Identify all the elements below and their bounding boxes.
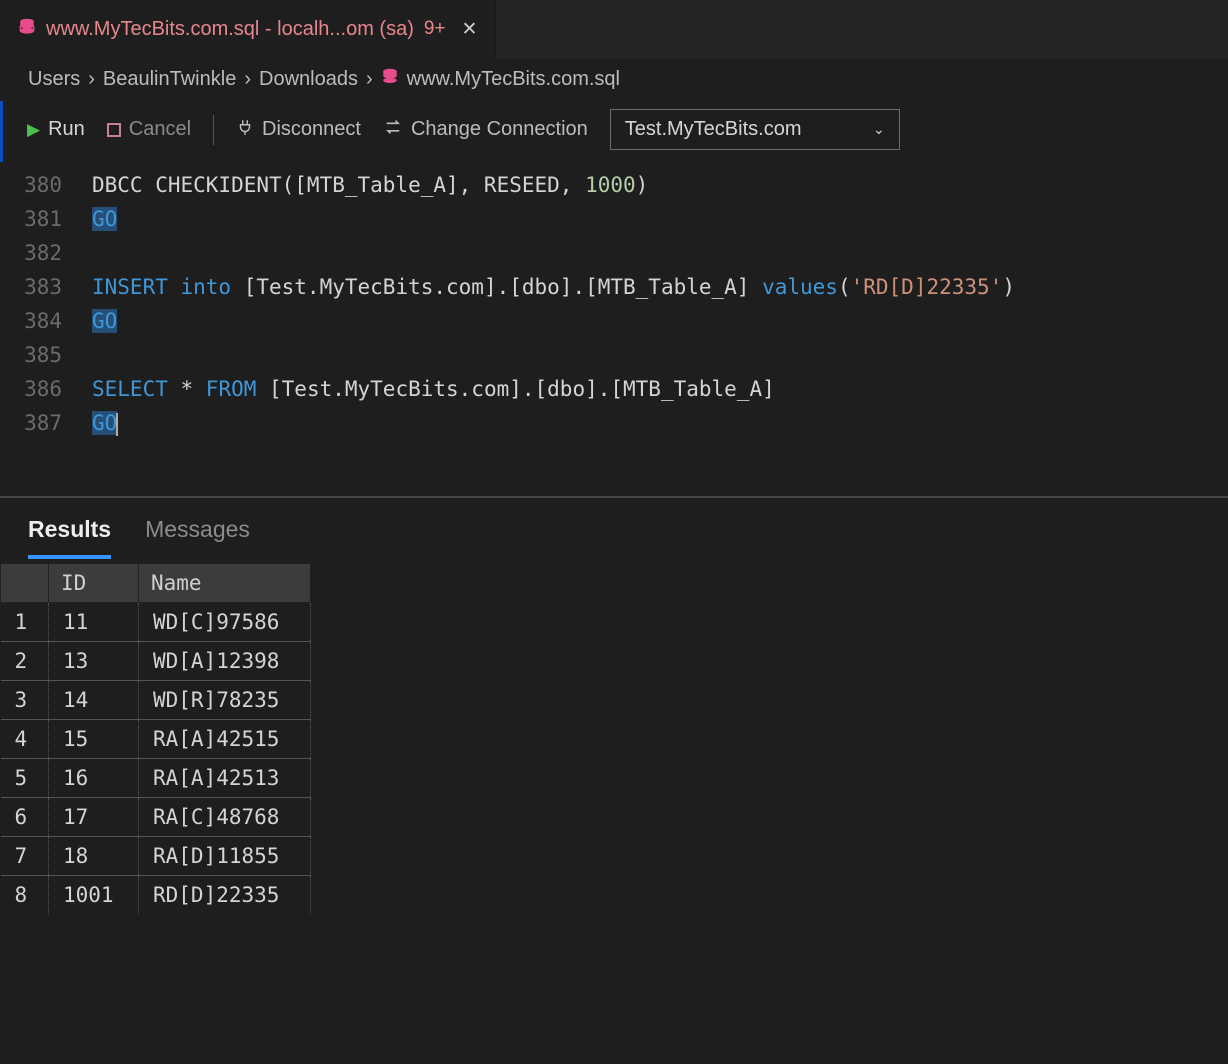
cell-name[interactable]: WD[A]12398 bbox=[139, 642, 311, 681]
editor-tab[interactable]: www.MyTecBits.com.sql - localh...om (sa)… bbox=[0, 0, 496, 58]
chevron-down-icon: ⌄ bbox=[873, 121, 885, 138]
table-row[interactable]: 718RA[D]11855 bbox=[1, 837, 311, 876]
cell-name[interactable]: WD[C]97586 bbox=[139, 603, 311, 642]
cell-id[interactable]: 11 bbox=[49, 603, 139, 642]
run-button[interactable]: ▶ Run bbox=[27, 118, 85, 141]
breadcrumb: Users › BeaulinTwinkle › Downloads › www… bbox=[0, 58, 1228, 101]
tab-badge: 9+ bbox=[424, 18, 446, 40]
database-select-value: Test.MyTecBits.com bbox=[625, 118, 802, 141]
grid-corner[interactable] bbox=[1, 564, 49, 603]
stop-icon bbox=[107, 123, 121, 137]
row-number[interactable]: 5 bbox=[1, 759, 49, 798]
cell-name[interactable]: RA[D]11855 bbox=[139, 837, 311, 876]
code-line[interactable]: SELECT * FROM [Test.MyTecBits.com].[dbo]… bbox=[92, 372, 775, 406]
tab-title: www.MyTecBits.com.sql - localh...om (sa) bbox=[46, 18, 414, 41]
code-line[interactable]: GO bbox=[92, 406, 118, 440]
line-number: 387 bbox=[0, 406, 92, 440]
column-header-name[interactable]: Name bbox=[139, 564, 311, 603]
chevron-right-icon: › bbox=[366, 68, 373, 91]
change-connection-button[interactable]: Change Connection bbox=[383, 117, 588, 143]
table-row[interactable]: 617RA[C]48768 bbox=[1, 798, 311, 837]
table-row[interactable]: 81001RD[D]22335 bbox=[1, 876, 311, 915]
table-row[interactable]: 314WD[R]78235 bbox=[1, 681, 311, 720]
row-number[interactable]: 1 bbox=[1, 603, 49, 642]
cell-id[interactable]: 15 bbox=[49, 720, 139, 759]
results-grid[interactable]: ID Name 111WD[C]97586213WD[A]12398314WD[… bbox=[0, 563, 311, 914]
line-number: 386 bbox=[0, 372, 92, 406]
row-number[interactable]: 2 bbox=[1, 642, 49, 681]
breadcrumb-item[interactable]: Downloads bbox=[259, 68, 358, 91]
database-icon bbox=[18, 18, 36, 41]
chevron-right-icon: › bbox=[88, 68, 95, 91]
tab-results[interactable]: Results bbox=[28, 516, 111, 559]
code-line[interactable]: INSERT into [Test.MyTecBits.com].[dbo].[… bbox=[92, 270, 1015, 304]
disconnect-button[interactable]: Disconnect bbox=[236, 118, 361, 142]
line-number: 383 bbox=[0, 270, 92, 304]
cell-id[interactable]: 17 bbox=[49, 798, 139, 837]
cell-name[interactable]: RA[A]42515 bbox=[139, 720, 311, 759]
cell-id[interactable]: 14 bbox=[49, 681, 139, 720]
plug-icon bbox=[236, 118, 254, 142]
column-header-id[interactable]: ID bbox=[49, 564, 139, 603]
cell-name[interactable]: RA[C]48768 bbox=[139, 798, 311, 837]
row-number[interactable]: 3 bbox=[1, 681, 49, 720]
cell-id[interactable]: 1001 bbox=[49, 876, 139, 915]
code-editor[interactable]: 380 DBCC CHECKIDENT([MTB_Table_A], RESEE… bbox=[0, 162, 1228, 496]
cell-id[interactable]: 18 bbox=[49, 837, 139, 876]
cell-name[interactable]: WD[R]78235 bbox=[139, 681, 311, 720]
close-icon[interactable]: ✕ bbox=[462, 18, 478, 41]
swap-icon bbox=[383, 117, 403, 143]
divider bbox=[213, 115, 214, 145]
play-icon: ▶ bbox=[27, 120, 40, 140]
cell-name[interactable]: RD[D]22335 bbox=[139, 876, 311, 915]
table-row[interactable]: 516RA[A]42513 bbox=[1, 759, 311, 798]
chevron-right-icon: › bbox=[244, 68, 251, 91]
cursor bbox=[116, 413, 118, 436]
sql-toolbar: ▶ Run Cancel Disconnect Change Connectio… bbox=[0, 101, 1228, 162]
code-line[interactable]: GO bbox=[92, 304, 117, 338]
editor-tab-bar: www.MyTecBits.com.sql - localh...om (sa)… bbox=[0, 0, 1228, 58]
table-row[interactable]: 111WD[C]97586 bbox=[1, 603, 311, 642]
line-number: 385 bbox=[0, 338, 92, 372]
row-number[interactable]: 6 bbox=[1, 798, 49, 837]
cancel-button[interactable]: Cancel bbox=[107, 118, 191, 141]
table-row[interactable]: 415RA[A]42515 bbox=[1, 720, 311, 759]
line-number: 384 bbox=[0, 304, 92, 338]
database-icon bbox=[381, 68, 399, 91]
code-line[interactable]: DBCC CHECKIDENT([MTB_Table_A], RESEED, 1… bbox=[92, 168, 648, 202]
row-number[interactable]: 8 bbox=[1, 876, 49, 915]
results-tab-bar: Results Messages bbox=[0, 498, 1228, 559]
tab-messages[interactable]: Messages bbox=[145, 516, 250, 559]
table-row[interactable]: 213WD[A]12398 bbox=[1, 642, 311, 681]
breadcrumb-item[interactable]: BeaulinTwinkle bbox=[103, 68, 236, 91]
code-line[interactable]: GO bbox=[92, 202, 117, 236]
cell-id[interactable]: 16 bbox=[49, 759, 139, 798]
row-number[interactable]: 7 bbox=[1, 837, 49, 876]
breadcrumb-item[interactable]: Users bbox=[28, 68, 80, 91]
line-number: 380 bbox=[0, 168, 92, 202]
line-number: 381 bbox=[0, 202, 92, 236]
breadcrumb-file[interactable]: www.MyTecBits.com.sql bbox=[407, 68, 620, 91]
line-number: 382 bbox=[0, 236, 92, 270]
cell-id[interactable]: 13 bbox=[49, 642, 139, 681]
database-select[interactable]: Test.MyTecBits.com ⌄ bbox=[610, 109, 900, 150]
row-number[interactable]: 4 bbox=[1, 720, 49, 759]
cell-name[interactable]: RA[A]42513 bbox=[139, 759, 311, 798]
